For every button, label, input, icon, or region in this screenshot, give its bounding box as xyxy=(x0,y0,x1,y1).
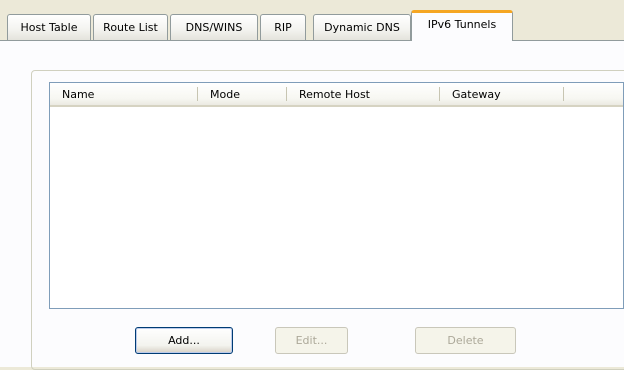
tab-ipv6-tunnels[interactable]: IPv6 Tunnels xyxy=(411,10,513,41)
column-header-gateway[interactable]: Gateway xyxy=(440,83,564,105)
column-header-remote-host[interactable]: Remote Host xyxy=(287,83,440,105)
tab-dns-wins[interactable]: DNS/WINS xyxy=(170,14,258,40)
tab-host-table[interactable]: Host Table xyxy=(7,14,91,40)
list-body[interactable] xyxy=(50,107,623,308)
tab-route-list[interactable]: Route List xyxy=(93,14,168,40)
tunnels-list-view[interactable]: Name Mode Remote Host Gateway xyxy=(49,82,624,309)
delete-button[interactable]: Delete xyxy=(415,327,516,354)
edit-button[interactable]: Edit... xyxy=(275,327,348,354)
column-header-name[interactable]: Name xyxy=(50,83,198,105)
tab-dynamic-dns[interactable]: Dynamic DNS xyxy=(313,14,411,40)
tab-rip[interactable]: RIP xyxy=(260,14,306,40)
add-button[interactable]: Add... xyxy=(135,327,233,354)
tab-strip: Host Table Route List DNS/WINS RIP Dynam… xyxy=(0,0,624,41)
list-header: Name Mode Remote Host Gateway xyxy=(50,83,623,107)
column-header-mode[interactable]: Mode xyxy=(198,83,287,105)
